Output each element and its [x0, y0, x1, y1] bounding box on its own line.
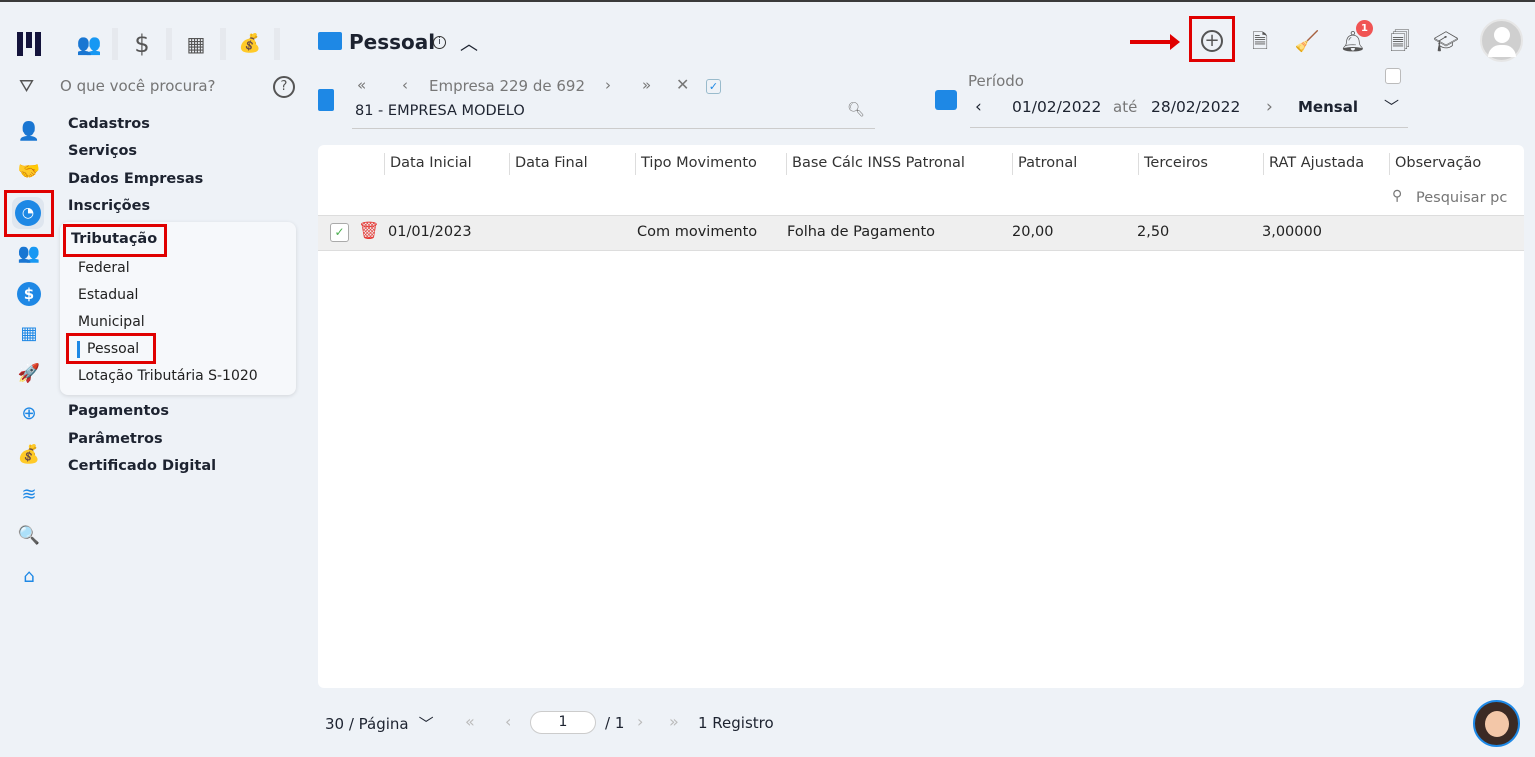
calculator-icon[interactable]: ▦: [16, 321, 42, 347]
assistant-avatar[interactable]: [1473, 700, 1520, 747]
handshake-icon[interactable]: 🤝: [16, 159, 42, 185]
app-logo: [16, 30, 44, 58]
submenu-lotacao[interactable]: Lotação Tributária S-1020: [78, 368, 258, 384]
calendar-icon: [935, 90, 957, 110]
company-value: 81 - EMPRESA MODELO: [355, 103, 525, 119]
col-observacao[interactable]: Observação: [1389, 153, 1481, 175]
search-icon[interactable]: 🔍︎: [847, 102, 865, 118]
record-count: 1 Registro: [698, 714, 774, 732]
menu-cadastros[interactable]: Cadastros: [68, 116, 150, 132]
menu-pagamentos[interactable]: Pagamentos: [68, 403, 169, 419]
menu-servicos[interactable]: Serviços: [68, 143, 137, 159]
company-counter: Empresa 229 de 692: [429, 77, 585, 95]
company-checkbox[interactable]: ✓: [706, 79, 721, 94]
calculator-icon[interactable]: ▦: [172, 28, 220, 60]
col-rat[interactable]: RAT Ajustada: [1263, 153, 1364, 175]
rocket-icon[interactable]: 🚀: [16, 361, 42, 387]
money-bag-icon[interactable]: 💰: [226, 28, 274, 60]
first-company-button[interactable]: «: [357, 76, 366, 94]
chevron-down-icon[interactable]: ﹀: [1384, 96, 1399, 117]
broom-icon[interactable]: 🧹: [1294, 28, 1320, 54]
search-icon[interactable]: 🔍: [16, 523, 42, 549]
row-checkbox[interactable]: ✓: [330, 223, 349, 242]
search-input[interactable]: [60, 74, 260, 98]
company-field[interactable]: 81 - EMPRESA MODELO 🔍︎: [352, 100, 875, 129]
submenu-municipal[interactable]: Municipal: [78, 314, 145, 330]
cell-tipo-movimento: Com movimento: [637, 224, 758, 240]
users-icon[interactable]: 👥: [66, 28, 112, 60]
document-icon[interactable]: 🗎: [1247, 28, 1273, 54]
chevron-down-icon: ﹀: [418, 715, 434, 733]
arrow-annotation: [1130, 40, 1174, 44]
layers-icon[interactable]: ≋: [16, 482, 42, 508]
cell-base-calc: Folha de Pagamento: [787, 224, 936, 240]
prev-page-button[interactable]: ‹: [505, 712, 511, 731]
menu-dados-empresas[interactable]: Dados Empresas: [68, 171, 203, 187]
col-data-inicial[interactable]: Data Inicial: [384, 153, 472, 175]
help-icon[interactable]: ?: [273, 76, 295, 98]
notification-badge: 1: [1356, 20, 1373, 37]
page-size-select[interactable]: 30 / Página ﹀: [325, 713, 434, 734]
page-title: Pessoal: [349, 30, 436, 54]
submenu-federal[interactable]: Federal: [78, 260, 130, 276]
period-label: Período: [968, 72, 1024, 90]
col-data-final[interactable]: Data Final: [509, 153, 588, 175]
network-icon[interactable]: ⊕: [16, 401, 42, 427]
prev-company-button[interactable]: ‹: [402, 76, 408, 94]
period-checkbox[interactable]: [1385, 68, 1401, 84]
page-size-value: 30 / Página: [325, 715, 409, 733]
last-page-button[interactable]: »: [669, 712, 679, 731]
graduation-cap-icon[interactable]: 🎓︎: [1433, 28, 1459, 54]
col-tipo-movimento[interactable]: Tipo Movimento: [635, 153, 757, 175]
money-bag-icon[interactable]: 💰: [16, 442, 42, 468]
total-pages: / 1: [605, 714, 625, 732]
menu-inscricoes[interactable]: Inscrições: [68, 198, 150, 214]
column-search-input[interactable]: [1416, 187, 1520, 209]
page-input[interactable]: 1: [530, 711, 596, 734]
delete-icon[interactable]: 🗑︎: [358, 221, 380, 241]
prev-period-button[interactable]: ‹: [975, 97, 982, 117]
home-icon[interactable]: ⌂: [16, 564, 42, 590]
dollar-icon[interactable]: $: [118, 28, 166, 60]
col-patronal[interactable]: Patronal: [1012, 153, 1077, 175]
periodicity-select[interactable]: Mensal: [1298, 98, 1358, 116]
document-search-icon[interactable]: 🗐: [1387, 28, 1413, 54]
info-icon[interactable]: i: [433, 36, 446, 49]
next-company-button[interactable]: ›: [605, 76, 611, 94]
date-from[interactable]: 01/02/2022: [1012, 98, 1101, 116]
menu-parametros[interactable]: Parâmetros: [68, 431, 163, 447]
last-company-button[interactable]: »: [642, 76, 651, 94]
col-terceiros[interactable]: Terceiros: [1138, 153, 1208, 175]
next-page-button[interactable]: ›: [637, 712, 643, 731]
filter-icon[interactable]: ⛛: [19, 76, 34, 97]
monitor-icon: [318, 32, 342, 50]
cell-terceiros: 2,50: [1137, 224, 1170, 240]
col-base-calc[interactable]: Base Cálc INSS Patronal: [786, 153, 965, 175]
cell-patronal: 20,00: [1012, 224, 1054, 240]
cell-rat: 3,00000: [1262, 224, 1322, 240]
cell-data-inicial: 01/01/2023: [388, 224, 472, 240]
building-icon: [318, 89, 334, 111]
first-page-button[interactable]: «: [465, 712, 475, 731]
dollar-icon[interactable]: $: [16, 281, 42, 307]
date-to[interactable]: 28/02/2022: [1151, 98, 1240, 116]
menu-certificado[interactable]: Certificado Digital: [68, 458, 216, 474]
ate-label: até: [1113, 98, 1138, 116]
next-period-button[interactable]: ›: [1266, 97, 1273, 117]
chevron-up-icon[interactable]: ︿: [460, 30, 478, 56]
search-icon: ⚲: [1392, 188, 1403, 204]
avatar[interactable]: [1480, 19, 1523, 62]
users-icon[interactable]: 👥: [16, 241, 42, 267]
submenu-estadual[interactable]: Estadual: [78, 287, 138, 303]
close-icon[interactable]: ✕: [676, 75, 689, 94]
user-gear-icon[interactable]: 👤: [16, 119, 42, 145]
